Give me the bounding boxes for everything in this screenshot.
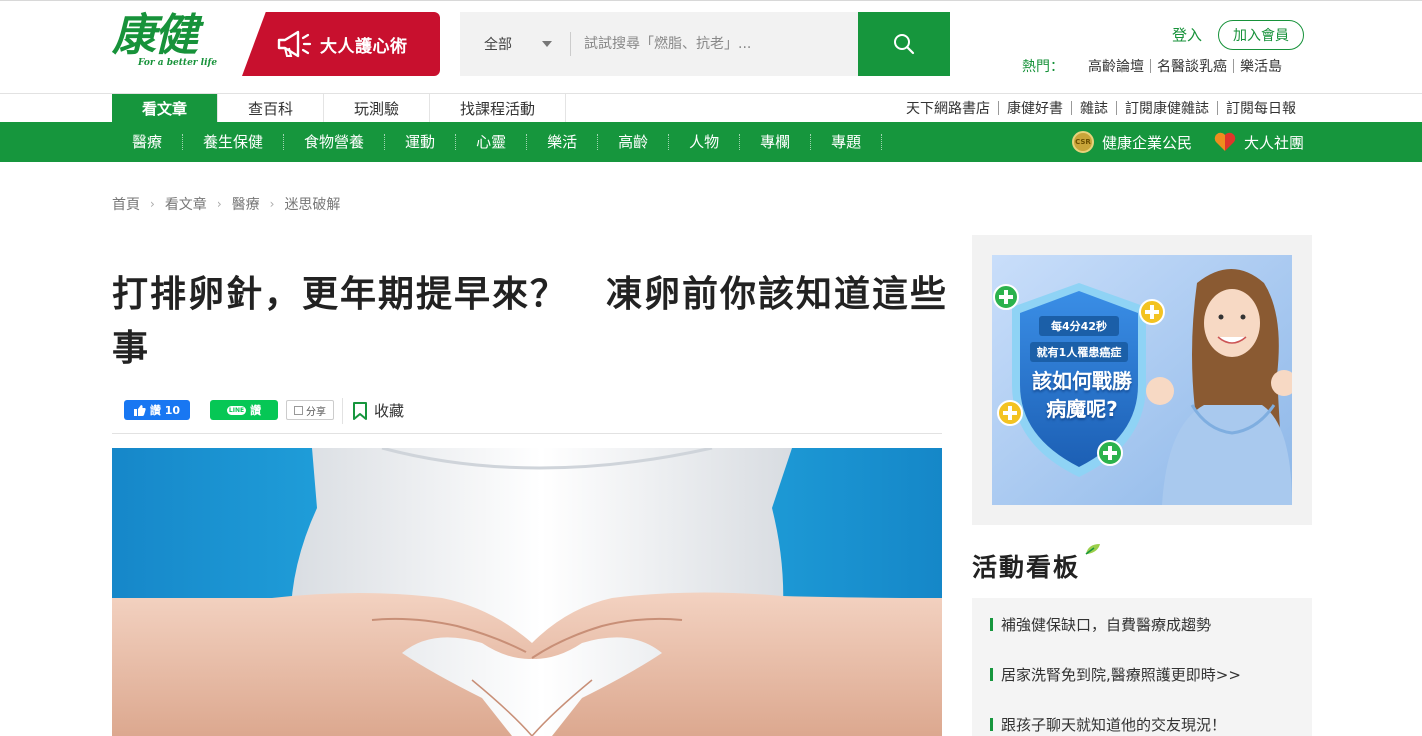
events-heading: 活動看板 bbox=[972, 553, 1081, 582]
breadcrumb-myths[interactable]: 迷思破解 bbox=[284, 194, 340, 214]
csr-link[interactable]: 健康企業公民 bbox=[1102, 132, 1192, 153]
breadcrumb-articles[interactable]: 看文章 bbox=[165, 194, 207, 214]
nav-medical[interactable]: 醫療 bbox=[112, 134, 184, 150]
login-link[interactable]: 登入 bbox=[1172, 24, 1202, 45]
event-item-1[interactable]: 補強健保缺口，自費醫療成趨勢 bbox=[990, 614, 1211, 635]
article-hero-image bbox=[112, 448, 942, 736]
site-header: 康健 For a better life 大人護心術 全部 登入 加入會員 熱門… bbox=[0, 0, 1422, 94]
link-bookstore[interactable]: 天下網路書店 bbox=[898, 98, 998, 118]
event-label: 補強健保缺口，自費醫療成趨勢 bbox=[1001, 616, 1212, 634]
subnav-tabs: 看文章 查百科 玩測驗 找課程活動 bbox=[112, 94, 567, 122]
event-label: 跟孩子聊天就知道他的交友現況！ bbox=[1001, 716, 1227, 734]
csr-badge-icon: CSR bbox=[1071, 131, 1094, 153]
events-list: 補強健保缺口，自費醫療成趨勢 居家洗腎免到院,醫療照護更即時>> 跟孩子聊天就知… bbox=[972, 598, 1312, 736]
link-books[interactable]: 康健好書 bbox=[999, 98, 1071, 118]
mainnav-extras: CSR 健康企業公民 大人社團 bbox=[1071, 122, 1304, 162]
checkbox-icon bbox=[294, 405, 303, 415]
line-like-button[interactable]: LINE 讚 bbox=[210, 400, 278, 420]
breadcrumb-medical[interactable]: 醫療 bbox=[232, 194, 260, 214]
logo-text: 康健 bbox=[112, 10, 198, 61]
facebook-like-label: 讚 10 bbox=[149, 404, 181, 417]
tab-courses[interactable]: 找課程活動 bbox=[430, 94, 567, 122]
hot-topics: 熱門： 高齡論壇 名醫談乳癌 樂活島 bbox=[1022, 56, 1288, 76]
article-title: 打排卵針，更年期提早來？ 凍卵前你該知道這些事 bbox=[112, 274, 949, 369]
thumbs-up-icon bbox=[133, 404, 146, 416]
community-link[interactable]: 大人社團 bbox=[1244, 132, 1304, 153]
nav-people[interactable]: 人物 bbox=[669, 134, 741, 150]
site-logo[interactable]: 康健 For a better life bbox=[112, 10, 224, 76]
divider bbox=[342, 398, 343, 424]
logo-tagline: For a better life bbox=[138, 58, 218, 68]
hot-label: 熱門： bbox=[1022, 59, 1064, 75]
tab-encyclopedia[interactable]: 查百科 bbox=[218, 94, 325, 122]
heart-icon bbox=[1214, 131, 1236, 153]
category-menu: 醫療 養生保健 食物營養 運動 心靈 樂活 高齡 人物 專欄 專題 bbox=[112, 122, 883, 162]
chevron-right-icon: › bbox=[216, 197, 222, 211]
promo-banner[interactable]: 大人護心術 bbox=[242, 12, 440, 76]
sub-navigation: 看文章 查百科 玩測驗 找課程活動 天下網路書店 康健好書 雜誌 訂閱康健雜誌 … bbox=[0, 94, 1422, 122]
hot-item-3[interactable]: 樂活島 bbox=[1234, 56, 1288, 76]
leaf-icon bbox=[1085, 544, 1100, 555]
bookmark-icon bbox=[353, 401, 367, 420]
nav-exercise[interactable]: 運動 bbox=[385, 134, 457, 150]
nav-senior[interactable]: 高齡 bbox=[598, 134, 670, 150]
share-button[interactable]: 分享 bbox=[286, 400, 334, 420]
search-bar: 全部 bbox=[460, 12, 858, 76]
line-like-label: 讚 bbox=[250, 404, 262, 417]
share-bar: 讚 10 LINE 讚 分享 收藏 bbox=[112, 396, 942, 434]
event-item-3[interactable]: 跟孩子聊天就知道他的交友現況！ bbox=[990, 714, 1226, 735]
chevron-right-icon: › bbox=[150, 197, 155, 211]
main-navigation: 醫療 養生保健 食物營養 運動 心靈 樂活 高齡 人物 專欄 專題 CSR 健康… bbox=[0, 122, 1422, 162]
bookmark-label: 收藏 bbox=[374, 402, 405, 420]
breadcrumb-home[interactable]: 首頁 bbox=[112, 194, 140, 214]
facebook-like-button[interactable]: 讚 10 bbox=[124, 400, 190, 420]
ad-banner[interactable]: 每4分42秒 就有1人罹患癌症 該如何戰勝 病魔呢? bbox=[992, 255, 1292, 505]
chevron-right-icon: › bbox=[269, 197, 275, 211]
nav-columns[interactable]: 專欄 bbox=[740, 134, 812, 150]
search-icon bbox=[894, 34, 915, 55]
bullet-bar bbox=[990, 618, 993, 631]
plus-badge bbox=[993, 284, 1019, 310]
share-label: 分享 bbox=[306, 406, 326, 418]
sidebar-ad: 每4分42秒 就有1人罹患癌症 該如何戰勝 病魔呢? bbox=[972, 235, 1312, 525]
tab-quizzes[interactable]: 玩測驗 bbox=[324, 94, 431, 122]
tab-articles[interactable]: 看文章 bbox=[112, 94, 219, 122]
nav-mind[interactable]: 心靈 bbox=[456, 134, 528, 150]
ad-line-2: 就有1人罹患癌症 bbox=[1030, 342, 1128, 362]
line-logo-icon: LINE bbox=[226, 405, 247, 415]
subnav-links: 天下網路書店 康健好書 雜誌 訂閱康健雜誌 訂閱每日報 bbox=[898, 94, 1304, 122]
link-subscribe-magazine[interactable]: 訂閱康健雜誌 bbox=[1117, 98, 1217, 118]
nav-wellness[interactable]: 養生保健 bbox=[183, 134, 285, 150]
nav-lifestyle[interactable]: 樂活 bbox=[527, 134, 599, 150]
hot-item-2[interactable]: 名醫談乳癌 bbox=[1151, 56, 1233, 76]
link-subscribe-daily[interactable]: 訂閱每日報 bbox=[1218, 98, 1304, 118]
hot-item-1[interactable]: 高齡論壇 bbox=[1082, 56, 1150, 76]
join-member-button[interactable]: 加入會員 bbox=[1218, 20, 1304, 50]
event-item-2[interactable]: 居家洗腎免到院,醫療照護更即時>> bbox=[990, 664, 1241, 685]
promo-label: 大人護心術 bbox=[320, 36, 408, 57]
bookmark-button[interactable]: 收藏 bbox=[352, 400, 404, 421]
link-magazine[interactable]: 雜誌 bbox=[1072, 98, 1116, 118]
search-category-select[interactable]: 全部 bbox=[484, 34, 512, 54]
nav-features[interactable]: 專題 bbox=[811, 134, 883, 150]
bullet-bar bbox=[990, 668, 993, 681]
megaphone-icon bbox=[274, 24, 314, 64]
bullet-bar bbox=[990, 718, 993, 731]
search-button[interactable] bbox=[858, 12, 950, 76]
ad-line-1: 每4分42秒 bbox=[1039, 316, 1119, 336]
search-input[interactable] bbox=[584, 30, 844, 58]
breadcrumb: 首頁 › 看文章 › 醫療 › 迷思破解 bbox=[112, 194, 340, 214]
search-divider bbox=[570, 32, 571, 56]
nav-nutrition[interactable]: 食物營養 bbox=[284, 134, 386, 150]
ad-line-3: 該如何戰勝 病魔呢? bbox=[1032, 369, 1132, 421]
event-label: 居家洗腎免到院,醫療照護更即時>> bbox=[1001, 666, 1241, 684]
caret-down-icon[interactable] bbox=[542, 41, 552, 47]
